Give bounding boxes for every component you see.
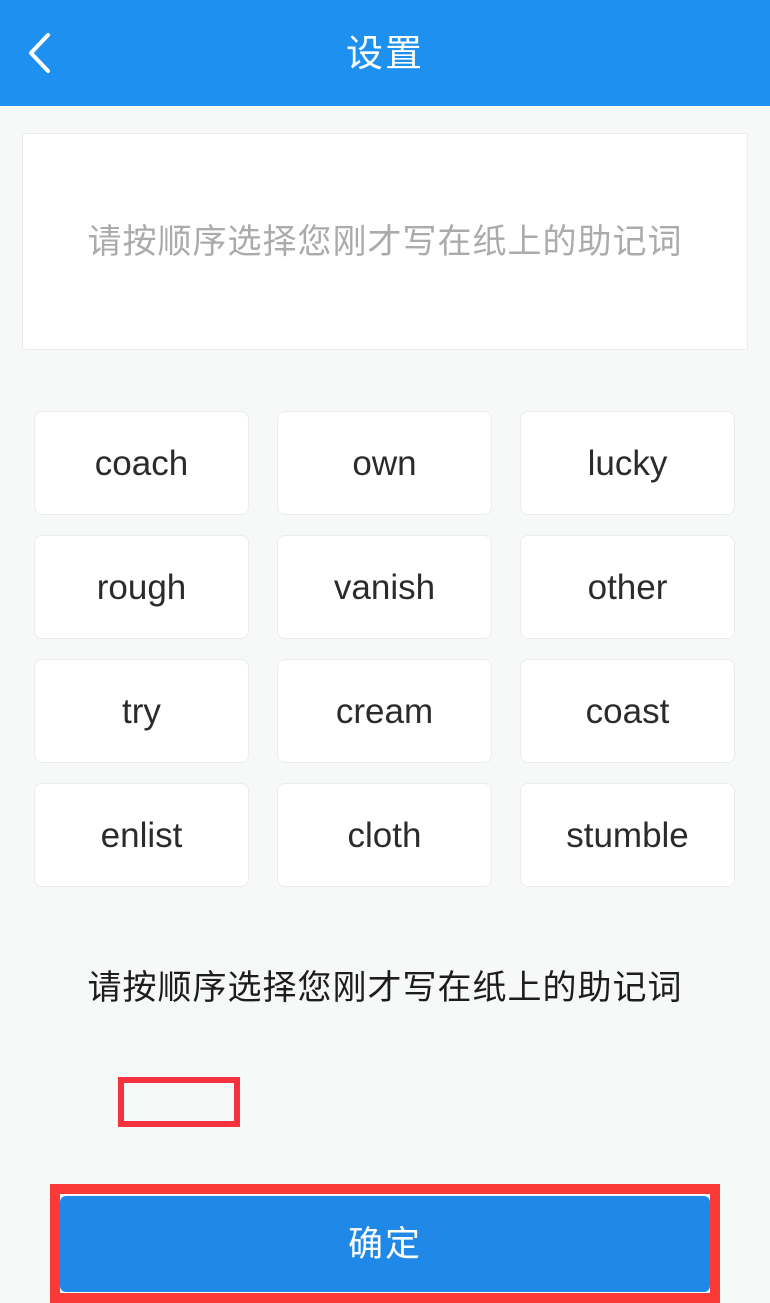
word-chip-label: cloth	[347, 815, 422, 855]
word-chip-label: own	[352, 443, 417, 483]
app-header: 设置	[0, 0, 770, 106]
confirm-button-label: 确定	[347, 1224, 422, 1264]
word-chip[interactable]: lucky	[520, 411, 735, 515]
word-chip-label: coach	[94, 443, 189, 483]
chevron-left-icon	[29, 33, 50, 73]
word-chip-label: other	[587, 567, 668, 607]
annotation-box-hint-highlight	[118, 1077, 240, 1127]
word-chip[interactable]: vanish	[277, 535, 492, 639]
word-grid: coach own lucky rough vanish other try c…	[34, 411, 736, 887]
mnemonic-placeholder: 请按顺序选择您刚才写在纸上的助记词	[87, 222, 683, 261]
word-chip[interactable]: cream	[277, 659, 492, 763]
confirm-button[interactable]: 确定	[60, 1196, 710, 1292]
word-chip[interactable]: stumble	[520, 783, 735, 887]
word-chip-label: enlist	[100, 815, 183, 855]
word-chip[interactable]: coast	[520, 659, 735, 763]
page-content: 请按顺序选择您刚才写在纸上的助记词 coach own lucky rough …	[0, 106, 770, 1303]
word-chip-label: cream	[335, 691, 434, 731]
page-title: 设置	[346, 32, 424, 74]
word-chip-label: stumble	[566, 815, 689, 855]
word-chip[interactable]: own	[277, 411, 492, 515]
word-chip-label: rough	[96, 567, 187, 607]
word-chip-label: try	[122, 691, 161, 731]
word-chip[interactable]: other	[520, 535, 735, 639]
back-button[interactable]	[0, 0, 78, 106]
word-chip-label: lucky	[587, 443, 668, 483]
mnemonic-input-box[interactable]: 请按顺序选择您刚才写在纸上的助记词	[22, 133, 748, 350]
hint-text: 请按顺序选择您刚才写在纸上的助记词	[87, 969, 683, 1007]
word-chip-label: vanish	[333, 567, 436, 607]
word-chip[interactable]: try	[34, 659, 249, 763]
word-chip[interactable]: coach	[34, 411, 249, 515]
word-chip[interactable]: cloth	[277, 783, 492, 887]
hint-row: 请按顺序选择您刚才写在纸上的助记词	[0, 971, 770, 1005]
word-chip-label: coast	[585, 691, 670, 731]
word-chip[interactable]: enlist	[34, 783, 249, 887]
word-chip[interactable]: rough	[34, 535, 249, 639]
